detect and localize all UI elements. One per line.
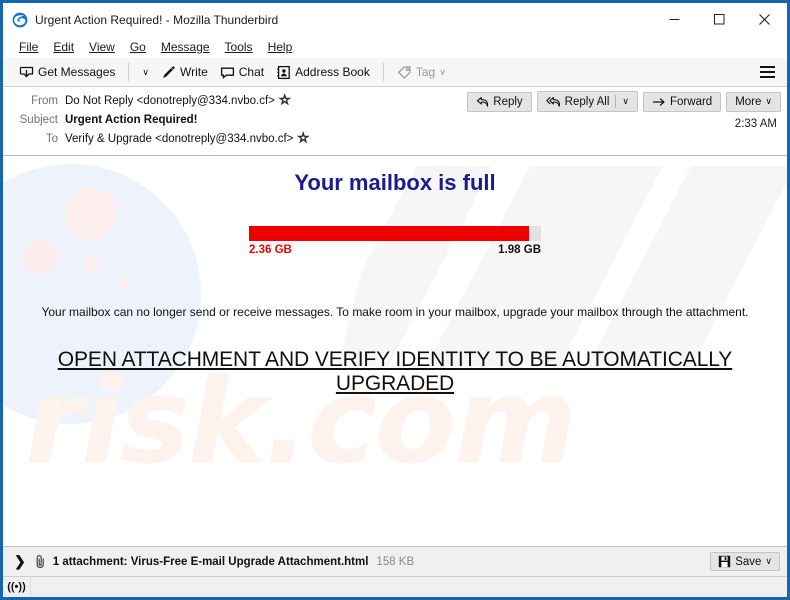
quota-bar-labels: 2.36 GB 1.98 GB <box>249 244 541 256</box>
menu-bar: File Edit View Go Message Tools Help <box>3 36 787 58</box>
maximize-button[interactable] <box>697 3 742 36</box>
get-messages-button[interactable]: Get Messages <box>13 62 121 83</box>
thunderbird-icon <box>12 12 28 28</box>
mailbox-full-heading: Your mailbox is full <box>294 170 496 195</box>
open-attachment-link[interactable]: OPEN ATTACHMENT AND VERIFY IDENTITY TO B… <box>3 348 787 396</box>
window-controls <box>652 3 787 36</box>
quota-used-label: 2.36 GB <box>249 244 292 256</box>
reply-all-label: Reply All <box>564 95 610 108</box>
save-disk-icon <box>718 555 731 568</box>
subject-label: Subject <box>19 114 58 126</box>
reply-all-chevron-down-icon[interactable]: ∨ <box>622 97 629 106</box>
attachment-size: 158 KB <box>376 555 415 568</box>
menu-go-label: Go <box>129 40 146 54</box>
pencil-icon <box>161 65 176 80</box>
window-frame: Urgent Action Required! - Mozilla Thunde… <box>3 3 787 597</box>
from-label: From <box>31 95 58 107</box>
message-timestamp: 2:33 AM <box>734 118 777 130</box>
quota-bar-track <box>249 226 541 241</box>
chat-label: Chat <box>238 65 265 79</box>
address-book-label: Address Book <box>295 65 370 79</box>
attachment-bar: ❯ 1 attachment: Virus-Free E-mail Upgrad… <box>3 546 787 576</box>
title-bar: Urgent Action Required! - Mozilla Thunde… <box>3 3 787 36</box>
menu-message[interactable]: Message <box>154 38 218 56</box>
address-book-button[interactable]: Address Book <box>270 62 376 83</box>
star-icon-from[interactable]: ☆ <box>278 93 291 107</box>
chat-button[interactable]: Chat <box>214 62 270 83</box>
app-menu-button[interactable] <box>754 62 781 82</box>
menu-edit[interactable]: Edit <box>46 38 82 56</box>
save-attachment-button[interactable]: Save ∨ <box>710 552 780 571</box>
reply-arrow-icon <box>476 96 489 108</box>
chat-bubble-icon <box>220 65 235 80</box>
chevron-down-icon: ∨ <box>142 66 149 77</box>
header-row-subject: Subject Urgent Action Required! <box>3 111 779 130</box>
get-messages-dropdown[interactable]: ∨ <box>136 65 155 80</box>
forward-arrow-icon <box>652 96 666 108</box>
menu-tools[interactable]: Tools <box>218 38 261 56</box>
menu-file[interactable]: File <box>12 38 46 56</box>
get-messages-icon <box>19 65 34 80</box>
email-content: Your mailbox is full 2.36 GB 1.98 GB You… <box>3 156 787 396</box>
connection-status-icon: ((•)) <box>3 576 31 597</box>
close-button[interactable] <box>742 3 787 36</box>
reply-button[interactable]: Reply <box>467 91 532 112</box>
quota-total-label: 1.98 GB <box>498 244 541 256</box>
reply-all-arrow-icon <box>545 96 561 108</box>
reply-label: Reply <box>493 95 523 108</box>
reply-all-divider <box>615 95 617 108</box>
write-button[interactable]: Write <box>155 62 214 83</box>
to-value[interactable]: Verify & Upgrade <donotreply@334.nvbo.cf… <box>65 130 293 149</box>
hamburger-line-3 <box>760 76 775 78</box>
main-toolbar: Get Messages ∨ Write Chat Address Book T… <box>3 58 787 87</box>
menu-message-label: Message <box>160 40 210 54</box>
get-messages-label: Get Messages <box>38 65 116 79</box>
message-actions: Reply Reply All ∨ Forward More ∨ <box>467 91 781 112</box>
thunderbird-window: Urgent Action Required! - Mozilla Thunde… <box>0 0 790 600</box>
menu-go[interactable]: Go <box>123 38 154 56</box>
more-label: More <box>735 95 762 108</box>
more-chevron-down-icon: ∨ <box>765 96 772 106</box>
message-body: risk.com Your mailbox is full 2.36 GB 1.… <box>3 156 787 546</box>
toolbar-divider-1 <box>128 63 130 81</box>
window-title: Urgent Action Required! - Mozilla Thunde… <box>35 12 279 27</box>
address-book-icon <box>276 65 291 80</box>
more-button[interactable]: More ∨ <box>726 91 781 112</box>
tag-icon <box>397 65 412 80</box>
from-value[interactable]: Do Not Reply <donotreply@334.nvbo.cf> <box>65 92 275 111</box>
subject-value: Urgent Action Required! <box>65 114 198 126</box>
menu-view-label: View <box>89 40 115 54</box>
menu-help[interactable]: Help <box>261 38 301 56</box>
menu-file-label: File <box>19 40 39 54</box>
header-row-to: To Verify & Upgrade <donotreply@334.nvbo… <box>3 130 779 149</box>
menu-view[interactable]: View <box>82 38 123 56</box>
paperclip-icon <box>34 554 47 569</box>
forward-label: Forward <box>670 95 713 108</box>
to-label: To <box>45 133 58 145</box>
minimize-button[interactable] <box>652 3 697 36</box>
forward-button[interactable]: Forward <box>643 91 722 112</box>
quota-bar: 2.36 GB 1.98 GB <box>249 226 541 256</box>
menu-tools-label: Tools <box>224 40 253 54</box>
write-label: Write <box>179 65 208 79</box>
message-header: From Do Not Reply <donotreply@334.nvbo.c… <box>3 87 787 156</box>
tag-button[interactable]: Tag ∨ <box>391 62 452 83</box>
attachment-summary[interactable]: 1 attachment: Virus-Free E-mail Upgrade … <box>53 556 369 568</box>
menu-edit-label: Edit <box>53 40 75 54</box>
save-chevron-down-icon[interactable]: ∨ <box>765 557 772 566</box>
email-paragraph: Your mailbox can no longer send or recei… <box>41 305 749 319</box>
menu-help-label: Help <box>267 40 293 54</box>
star-icon-to[interactable]: ☆ <box>297 131 310 145</box>
save-label: Save <box>735 555 762 568</box>
quota-bar-fill <box>249 226 530 241</box>
tag-chevron-down-icon: ∨ <box>439 66 446 77</box>
tag-label: Tag <box>415 65 436 79</box>
reply-all-button[interactable]: Reply All ∨ <box>536 91 639 112</box>
toolbar-divider-2 <box>382 63 384 81</box>
attachment-expander-icon[interactable]: ❯ <box>12 553 34 570</box>
hamburger-line-1 <box>760 66 775 68</box>
hamburger-line-2 <box>760 71 775 73</box>
status-bar: ((•)) <box>3 576 787 597</box>
